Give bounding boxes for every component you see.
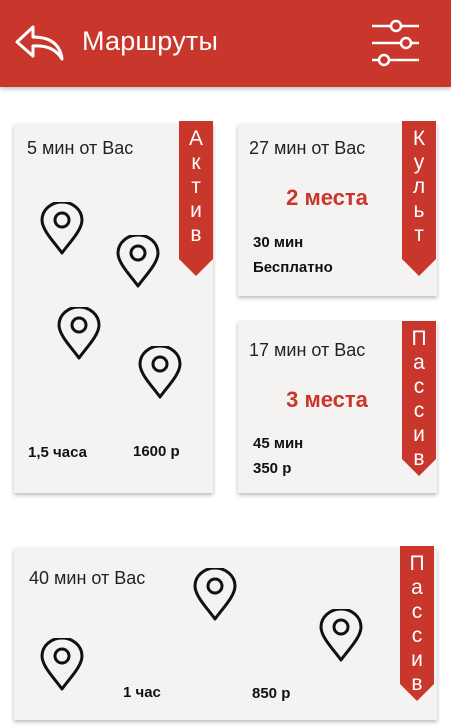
category-letter: у bbox=[413, 151, 425, 174]
category-letter: с bbox=[411, 600, 423, 623]
category-letter: к bbox=[191, 151, 201, 174]
route-price: 1600 р bbox=[133, 443, 180, 460]
app-header: Маршруты bbox=[0, 0, 451, 87]
category-letter: т bbox=[191, 175, 201, 198]
route-price: 350 р bbox=[253, 460, 292, 477]
map-pin-icon[interactable] bbox=[115, 233, 161, 289]
route-duration: 1 час bbox=[123, 684, 161, 701]
filter-button[interactable] bbox=[371, 18, 421, 68]
route-distance: 27 мин от Вас bbox=[249, 138, 366, 158]
category-letter: К bbox=[412, 127, 426, 150]
route-price: Бесплатно bbox=[253, 259, 333, 276]
back-arrow-icon bbox=[15, 25, 64, 61]
category-letter: П bbox=[409, 552, 425, 575]
category-letter: с bbox=[411, 624, 423, 647]
map-pin-icon[interactable] bbox=[39, 636, 85, 692]
category-letter: с bbox=[413, 375, 425, 398]
route-card[interactable]: 5 мин от Вас 1,5 часа 1600 р Актив bbox=[14, 121, 213, 493]
category-letter: и bbox=[413, 423, 425, 446]
category-letter: а bbox=[413, 351, 425, 374]
category-letter: ь bbox=[413, 199, 425, 222]
category-letter: и bbox=[190, 199, 202, 222]
map-pin-icon[interactable] bbox=[318, 607, 364, 663]
route-distance: 17 мин от Вас bbox=[249, 340, 366, 360]
category-ribbon[interactable]: Актив bbox=[179, 121, 213, 277]
route-distance: 40 мин от Вас bbox=[29, 568, 146, 588]
category-letter: и bbox=[411, 648, 423, 671]
category-label: Пассив bbox=[402, 327, 436, 471]
category-letter: А bbox=[188, 127, 203, 150]
route-card[interactable]: 40 мин от Вас 1 час 850 р Пассив bbox=[14, 546, 437, 720]
route-distance: 5 мин от Вас bbox=[27, 138, 134, 158]
route-places: 2 места bbox=[286, 185, 368, 210]
category-letter: с bbox=[413, 399, 425, 422]
category-letter: а bbox=[411, 576, 423, 599]
map-pin-icon[interactable] bbox=[137, 344, 183, 400]
page-title: Маршруты bbox=[82, 26, 219, 56]
category-label: Культ bbox=[402, 127, 436, 247]
map-pin-icon[interactable] bbox=[192, 566, 238, 622]
category-letter: в bbox=[411, 672, 423, 695]
route-card[interactable]: 27 мин от Вас 2 места 30 мин Бесплатно К… bbox=[238, 121, 437, 296]
route-duration: 1,5 часа bbox=[28, 444, 87, 461]
category-label: Пассив bbox=[400, 552, 434, 696]
category-letter: в bbox=[413, 447, 425, 470]
route-places: 3 места bbox=[286, 387, 368, 412]
route-price: 850 р bbox=[252, 685, 291, 702]
category-letter: в bbox=[190, 223, 202, 246]
route-duration: 30 мин bbox=[253, 234, 304, 251]
filter-sliders-icon bbox=[372, 19, 419, 67]
category-letter: П bbox=[411, 327, 427, 350]
route-card[interactable]: 17 мин от Вас 3 места 45 мин 350 р Пасси… bbox=[238, 321, 437, 493]
category-ribbon[interactable]: Культ bbox=[402, 121, 436, 277]
map-pin-icon[interactable] bbox=[39, 200, 85, 256]
map-pin-icon[interactable] bbox=[56, 305, 102, 361]
back-button[interactable] bbox=[14, 22, 64, 62]
category-letter: т bbox=[414, 223, 424, 246]
category-letter: л bbox=[412, 175, 426, 198]
route-duration: 45 мин bbox=[253, 435, 304, 452]
category-ribbon[interactable]: Пассив bbox=[402, 321, 436, 477]
category-label: Актив bbox=[179, 127, 213, 247]
category-ribbon[interactable]: Пассив bbox=[400, 546, 434, 702]
